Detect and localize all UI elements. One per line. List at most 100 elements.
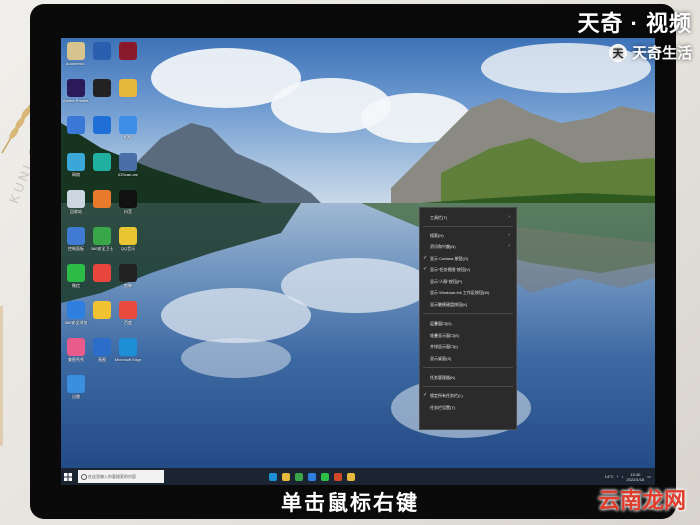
desktop-icon[interactable]: IDScan.car <box>115 153 141 177</box>
notification-icon[interactable]: ▭ <box>647 474 651 479</box>
context-menu-item[interactable]: 堆叠显示窗口(E) <box>430 332 513 339</box>
taskbar-search[interactable]: 在这里输入你要搜索的内容 <box>78 470 164 483</box>
desktop-icon[interactable]: 画图 <box>89 338 115 362</box>
context-menu-item[interactable]: 任务栏设置(T) <box>430 404 513 411</box>
context-menu-item[interactable]: 显示 Windows Ink 工作区按钮(W) <box>430 289 513 296</box>
paint-icon <box>93 338 111 356</box>
taskbar: 在这里输入你要搜索的内容 14°C ^ ♪ 13:40 2022/1/16 ▭ <box>61 468 655 485</box>
context-menu-item[interactable]: 显示"人脉"按钮(P) <box>430 278 513 285</box>
start-button[interactable] <box>61 468 75 485</box>
desktop-icon[interactable]: 360安全浏览 <box>63 301 89 325</box>
context-menu-item-label: 显示 Windows Ink 工作区按钮(W) <box>430 290 490 295</box>
taskbar-context-menu: 工具栏(T) › 搜索(H) › 资讯和兴趣(N) › ✓ 显示 Cortana 按钮(O) ✓… <box>419 207 517 430</box>
desktop-icon[interactable]: Adobeexo.. <box>63 42 89 66</box>
context-menu-item[interactable]: 层叠窗口(D) <box>430 320 513 327</box>
desktop-icon[interactable] <box>63 116 89 135</box>
submenu-arrow-icon: › <box>508 243 510 249</box>
context-menu-item-label: 显示触摸键盘按钮(K) <box>430 302 468 307</box>
desktop-icon[interactable]: 网络 <box>63 153 89 177</box>
context-menu-item[interactable]: ✓ 显示 Cortana 按钮(O) <box>423 255 513 262</box>
desktop-icon[interactable] <box>89 190 115 209</box>
desktop-icon[interactable]: 360安全卫士 <box>89 227 115 251</box>
desktop-icon[interactable] <box>89 79 115 98</box>
context-menu-item-label: 显示"人脉"按钮(P) <box>430 279 463 284</box>
premiere-icon <box>67 79 85 97</box>
green-icon <box>93 153 111 171</box>
clock[interactable]: 13:40 2022/1/16 <box>626 472 644 482</box>
taskbar-app-explorer[interactable] <box>282 472 290 481</box>
context-menu-item[interactable]: 显示桌面(S) <box>430 355 513 362</box>
weather-text[interactable]: 14°C <box>605 474 614 479</box>
context-menu-item[interactable]: 并排显示窗口(I) <box>430 343 513 350</box>
desktop-icon[interactable]: QQ音乐 <box>115 227 141 251</box>
desktop-icon[interactable] <box>89 301 115 320</box>
taskbar-app-ppt[interactable] <box>334 472 342 481</box>
menu-separator <box>423 386 513 387</box>
desktop-icon[interactable]: 微信 <box>63 264 89 288</box>
desktop-icon-label: 360安全卫士 <box>90 246 114 251</box>
context-menu-item-label: 显示"任务视图"按钮(V) <box>430 267 471 272</box>
volume-icon[interactable]: ♪ <box>621 474 623 479</box>
wechat-icon <box>67 264 85 282</box>
context-menu-item[interactable]: ✓ 锁定所有任务栏(L) <box>423 392 513 399</box>
desktop-icon[interactable]: 抖音 <box>115 190 141 214</box>
subtitle-caption: 单击鼠标右键 <box>281 492 419 515</box>
dingtalk-icon <box>119 116 137 134</box>
context-menu-item[interactable]: 显示触摸键盘按钮(K) <box>430 301 513 308</box>
baidu-icon <box>119 301 137 319</box>
context-menu-item[interactable]: ✓ 显示"任务视图"按钮(V) <box>423 266 513 273</box>
this-pc-icon <box>67 116 85 134</box>
desktop-icon[interactable]: 百度 <box>115 301 141 325</box>
checkmark-icon: ✓ <box>423 255 428 261</box>
desktop-icon-label: 控制面板 <box>68 246 84 251</box>
submenu-arrow-icon: › <box>508 232 510 238</box>
watermark-sub: 天奇生活 <box>631 45 692 62</box>
app-blue-icon <box>93 116 111 134</box>
desktop-icon[interactable]: 迅雷 <box>63 375 89 399</box>
taskbar-app-360[interactable] <box>308 472 316 481</box>
context-menu-item[interactable]: 搜索(H) › <box>430 232 513 239</box>
taskbar-app-edge[interactable] <box>269 472 277 481</box>
folder2-icon <box>119 79 137 97</box>
desktop-icon[interactable] <box>89 42 115 61</box>
context-menu-item[interactable]: 工具栏(T) › <box>430 214 513 221</box>
taskbar-app-chrome[interactable] <box>295 472 303 481</box>
context-menu-item[interactable]: 任务管理器(K) <box>430 374 513 381</box>
desktop-icon[interactable] <box>115 79 141 98</box>
context-menu-item[interactable]: 资讯和兴趣(N) › <box>430 243 513 250</box>
site-watermark: 云南龙网 <box>597 488 686 513</box>
desktop-screen[interactable]: Adobeexo.. Adobe Premie.. 钉钉网络 IDScan.car 回收… <box>61 38 655 485</box>
desktop-icon-label: 网络 <box>72 172 80 177</box>
tray-up-icon[interactable]: ^ <box>617 474 619 479</box>
control-panel-icon <box>67 227 85 245</box>
desktop-icon[interactable] <box>89 116 115 135</box>
recycle-bin-icon <box>67 190 85 208</box>
context-menu-item-label: 任务管理器(K) <box>430 375 456 380</box>
checkmark-icon: ✓ <box>423 266 428 272</box>
desktop-icon-label: IDScan.car <box>118 172 138 177</box>
app-red-icon <box>119 42 137 60</box>
color-icon <box>93 264 111 282</box>
taskbar-app-folder[interactable] <box>347 472 355 481</box>
video-watermark: 天奇 · 视频 天 天奇生活 <box>577 6 692 63</box>
desktop-icon-label: 360安全浏览 <box>64 320 88 325</box>
desktop-icon[interactable]: Adobe Premie.. <box>63 79 89 103</box>
desktop-icon[interactable] <box>89 153 115 172</box>
desktop-icon[interactable]: 剪映 <box>115 264 141 288</box>
desktop-icon[interactable]: 回收站 <box>63 190 89 214</box>
context-menu-item-label: 并排显示窗口(I) <box>430 344 458 349</box>
taskbar-app-wechat[interactable] <box>321 472 329 481</box>
desktop-icon[interactable] <box>115 42 141 61</box>
checkmark-icon: ✓ <box>423 392 428 398</box>
desktop-icon[interactable]: 钉钉 <box>115 116 141 140</box>
qqmusic-icon <box>119 227 137 245</box>
submenu-arrow-icon: › <box>508 214 510 220</box>
edge-icon <box>119 338 137 356</box>
douyin-icon <box>119 190 137 208</box>
desktop-icon[interactable] <box>89 264 115 283</box>
folder-icon <box>67 42 85 60</box>
context-menu-item-label: 搜索(H) <box>430 233 444 238</box>
desktop-icon[interactable]: Microsoft Edge <box>115 338 141 362</box>
desktop-icon[interactable]: 控制面板 <box>63 227 89 251</box>
desktop-icon[interactable]: 美图秀秀 <box>63 338 89 362</box>
